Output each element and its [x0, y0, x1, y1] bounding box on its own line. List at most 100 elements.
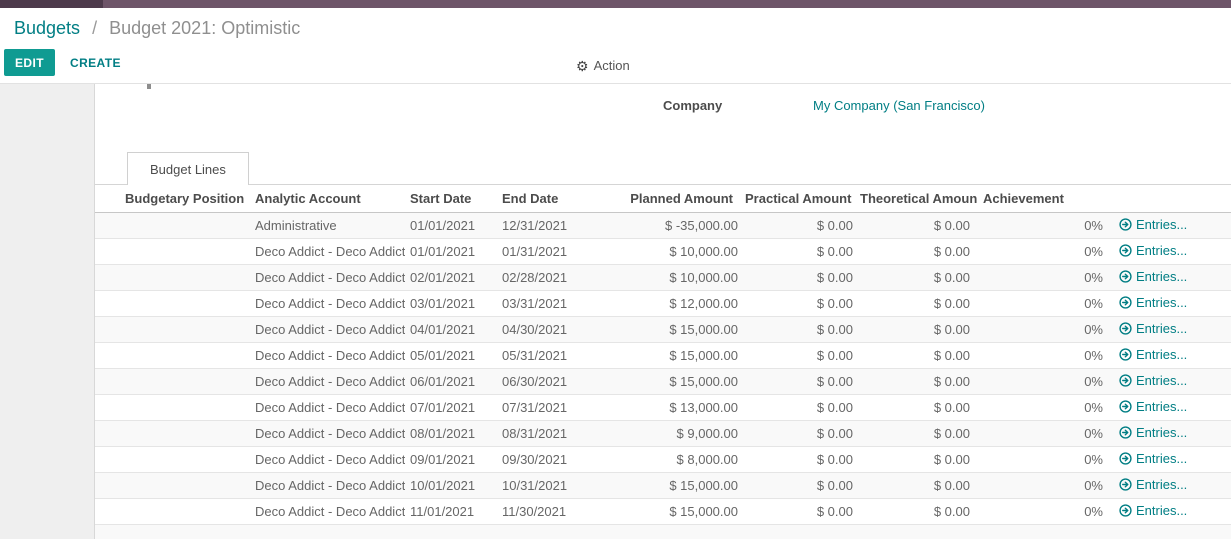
cell-end-date[interactable]: 05/31/2021 [497, 342, 585, 368]
budget-line-row[interactable]: Deco Addict - Deco Addict 03/01/2021 03/… [95, 290, 1231, 316]
cell-budgetary-position[interactable] [95, 524, 250, 539]
entries-link[interactable]: Entries... [1119, 269, 1187, 284]
cell-budgetary-position[interactable] [95, 212, 250, 238]
cell-theoretical-amount[interactable]: $ 0.00 [860, 446, 977, 472]
budget-line-row[interactable]: Deco Addict - Deco Addict 04/01/2021 04/… [95, 316, 1231, 342]
entries-link[interactable]: Entries... [1119, 425, 1187, 440]
cell-start-date[interactable]: 01/01/2021 [405, 238, 497, 264]
company-field-value-link[interactable]: My Company (San Francisco) [813, 98, 985, 113]
entries-link[interactable]: Entries... [1119, 243, 1187, 258]
cell-budgetary-position[interactable] [95, 316, 250, 342]
entries-link[interactable]: Entries... [1119, 295, 1187, 310]
cell-start-date[interactable]: 03/01/2021 [405, 290, 497, 316]
budget-line-row[interactable] [95, 524, 1231, 539]
column-header-start-date[interactable]: Start Date [405, 185, 497, 212]
cell-practical-amount[interactable]: $ 0.00 [745, 238, 860, 264]
cell-planned-amount[interactable]: $ 15,000.00 [585, 342, 745, 368]
cell-end-date[interactable]: 10/31/2021 [497, 472, 585, 498]
cell-start-date[interactable]: 01/01/2021 [405, 212, 497, 238]
budget-line-row[interactable]: Administrative 01/01/2021 12/31/2021 $ -… [95, 212, 1231, 238]
cell-end-date[interactable]: 04/30/2021 [497, 316, 585, 342]
cell-start-date[interactable]: 06/01/2021 [405, 368, 497, 394]
cell-analytic-account[interactable]: Deco Addict - Deco Addict [250, 472, 405, 498]
cell-analytic-account[interactable]: Deco Addict - Deco Addict [250, 264, 405, 290]
cell-achievement[interactable]: 0% [977, 342, 1110, 368]
cell-analytic-account[interactable]: Deco Addict - Deco Addict [250, 342, 405, 368]
column-header-budgetary-position[interactable]: Budgetary Position [95, 185, 250, 212]
cell-analytic-account[interactable]: Deco Addict - Deco Addict [250, 368, 405, 394]
cell-achievement[interactable]: 0% [977, 446, 1110, 472]
cell-budgetary-position[interactable] [95, 368, 250, 394]
cell-budgetary-position[interactable] [95, 498, 250, 524]
cell-practical-amount[interactable]: $ 0.00 [745, 498, 860, 524]
cell-planned-amount[interactable]: $ 13,000.00 [585, 394, 745, 420]
entries-link[interactable]: Entries... [1119, 347, 1187, 362]
cell-theoretical-amount[interactable]: $ 0.00 [860, 212, 977, 238]
entries-link[interactable]: Entries... [1119, 477, 1187, 492]
cell-theoretical-amount[interactable]: $ 0.00 [860, 264, 977, 290]
budget-line-row[interactable]: Deco Addict - Deco Addict 09/01/2021 09/… [95, 446, 1231, 472]
cell-theoretical-amount[interactable]: $ 0.00 [860, 394, 977, 420]
cell-start-date[interactable]: 05/01/2021 [405, 342, 497, 368]
cell-start-date[interactable]: 09/01/2021 [405, 446, 497, 472]
cell-start-date[interactable]: 07/01/2021 [405, 394, 497, 420]
budget-line-row[interactable]: Deco Addict - Deco Addict 11/01/2021 11/… [95, 498, 1231, 524]
cell-end-date[interactable]: 08/31/2021 [497, 420, 585, 446]
cell-achievement[interactable]: 0% [977, 290, 1110, 316]
cell-practical-amount[interactable]: $ 0.00 [745, 446, 860, 472]
cell-practical-amount[interactable]: $ 0.00 [745, 420, 860, 446]
cell-achievement[interactable]: 0% [977, 420, 1110, 446]
cell-theoretical-amount[interactable]: $ 0.00 [860, 472, 977, 498]
cell-theoretical-amount[interactable]: $ 0.00 [860, 368, 977, 394]
cell-practical-amount[interactable]: $ 0.00 [745, 472, 860, 498]
entries-link[interactable]: Entries... [1119, 451, 1187, 466]
cell-start-date[interactable]: 02/01/2021 [405, 264, 497, 290]
budget-line-row[interactable]: Deco Addict - Deco Addict 10/01/2021 10/… [95, 472, 1231, 498]
entries-link[interactable]: Entries... [1119, 321, 1187, 336]
cell-achievement[interactable]: 0% [977, 238, 1110, 264]
cell-analytic-account[interactable]: Deco Addict - Deco Addict [250, 290, 405, 316]
cell-end-date[interactable]: 02/28/2021 [497, 264, 585, 290]
cell-theoretical-amount[interactable]: $ 0.00 [860, 420, 977, 446]
cell-end-date[interactable]: 12/31/2021 [497, 212, 585, 238]
cell-practical-amount[interactable]: $ 0.00 [745, 342, 860, 368]
column-header-practical-amount[interactable]: Practical Amount [745, 185, 860, 212]
cell-practical-amount[interactable]: $ 0.00 [745, 264, 860, 290]
cell-practical-amount[interactable]: $ 0.00 [745, 212, 860, 238]
budget-line-row[interactable]: Deco Addict - Deco Addict 08/01/2021 08/… [95, 420, 1231, 446]
cell-end-date[interactable]: 09/30/2021 [497, 446, 585, 472]
cell-achievement[interactable] [977, 524, 1110, 539]
cell-theoretical-amount[interactable]: $ 0.00 [860, 316, 977, 342]
cell-achievement[interactable]: 0% [977, 472, 1110, 498]
cell-practical-amount[interactable]: $ 0.00 [745, 394, 860, 420]
cell-budgetary-position[interactable] [95, 264, 250, 290]
cell-end-date[interactable]: 06/30/2021 [497, 368, 585, 394]
cell-analytic-account[interactable] [250, 524, 405, 539]
cell-achievement[interactable]: 0% [977, 394, 1110, 420]
cell-start-date[interactable]: 10/01/2021 [405, 472, 497, 498]
entries-link[interactable]: Entries... [1119, 503, 1187, 518]
cell-analytic-account[interactable]: Administrative [250, 212, 405, 238]
cell-achievement[interactable]: 0% [977, 212, 1110, 238]
budget-line-row[interactable]: Deco Addict - Deco Addict 07/01/2021 07/… [95, 394, 1231, 420]
cell-theoretical-amount[interactable]: $ 0.00 [860, 342, 977, 368]
cell-planned-amount[interactable]: $ 15,000.00 [585, 368, 745, 394]
entries-link[interactable]: Entries... [1119, 217, 1187, 232]
cell-budgetary-position[interactable] [95, 394, 250, 420]
action-menu-button[interactable]: ⚙ Action [576, 48, 630, 83]
cell-analytic-account[interactable]: Deco Addict - Deco Addict [250, 498, 405, 524]
cell-theoretical-amount[interactable] [860, 524, 977, 539]
cell-end-date[interactable]: 07/31/2021 [497, 394, 585, 420]
cell-analytic-account[interactable]: Deco Addict - Deco Addict [250, 238, 405, 264]
cell-planned-amount[interactable]: $ 15,000.00 [585, 498, 745, 524]
cell-end-date[interactable] [497, 524, 585, 539]
cell-planned-amount[interactable]: $ 8,000.00 [585, 446, 745, 472]
tab-budget-lines[interactable]: Budget Lines [127, 152, 249, 185]
cell-planned-amount[interactable]: $ 10,000.00 [585, 238, 745, 264]
budget-line-row[interactable]: Deco Addict - Deco Addict 06/01/2021 06/… [95, 368, 1231, 394]
cell-practical-amount[interactable] [745, 524, 860, 539]
cell-planned-amount[interactable]: $ -35,000.00 [585, 212, 745, 238]
cell-practical-amount[interactable]: $ 0.00 [745, 290, 860, 316]
cell-start-date[interactable]: 08/01/2021 [405, 420, 497, 446]
cell-planned-amount[interactable]: $ 15,000.00 [585, 316, 745, 342]
